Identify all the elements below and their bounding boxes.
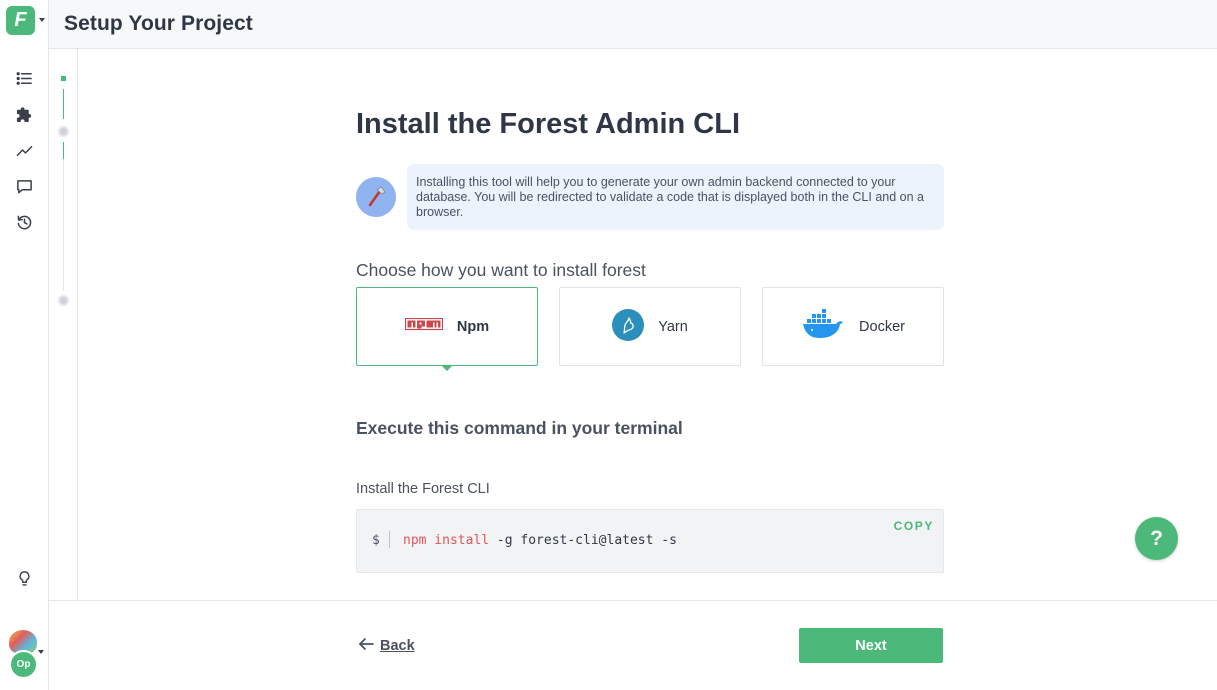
command-text[interactable]: npm install -g forest-cli@latest -s bbox=[403, 533, 677, 548]
page-title: Setup Your Project bbox=[64, 12, 253, 35]
forest-logo[interactable]: F bbox=[6, 6, 35, 35]
step-indicator bbox=[58, 126, 69, 137]
next-button[interactable]: Next bbox=[799, 628, 943, 663]
selection-pointer bbox=[441, 365, 453, 371]
list-icon[interactable] bbox=[14, 68, 34, 88]
back-button[interactable]: Back bbox=[358, 637, 415, 655]
command-label: Install the Forest CLI bbox=[356, 481, 490, 497]
progress-stepper bbox=[49, 49, 78, 600]
install-option-yarn[interactable]: Yarn bbox=[559, 287, 741, 366]
history-icon[interactable] bbox=[14, 212, 34, 232]
info-message: Installing this tool will help you to ge… bbox=[407, 164, 944, 230]
copy-button[interactable]: COPY bbox=[894, 519, 934, 533]
left-sidebar: F Op bbox=[0, 0, 49, 690]
help-button[interactable]: ? bbox=[1135, 517, 1178, 560]
step-line bbox=[63, 89, 64, 119]
chat-bubble-icon[interactable] bbox=[14, 176, 34, 196]
chevron-down-icon[interactable] bbox=[38, 650, 44, 654]
step-line bbox=[63, 142, 64, 159]
execute-command-heading: Execute this command in your terminal bbox=[356, 418, 683, 438]
back-label: Back bbox=[380, 638, 415, 654]
trending-line-icon[interactable] bbox=[14, 140, 34, 160]
npm-logo-icon bbox=[404, 317, 443, 336]
install-option-docker[interactable]: Docker bbox=[762, 287, 944, 366]
step-indicator-active bbox=[61, 76, 66, 81]
puzzle-icon[interactable] bbox=[14, 104, 34, 124]
chevron-down-icon[interactable] bbox=[39, 18, 45, 22]
option-label: Docker bbox=[859, 318, 905, 335]
command-args: -g forest-cli@latest -s bbox=[489, 533, 677, 548]
lightbulb-icon[interactable] bbox=[14, 568, 34, 588]
axe-icon bbox=[356, 177, 396, 217]
code-divider bbox=[389, 531, 390, 548]
footer-bar bbox=[49, 600, 1217, 690]
top-header: Setup Your Project bbox=[49, 0, 1217, 49]
install-option-npm[interactable]: Npm bbox=[356, 287, 538, 366]
command-code-block: $ npm install -g forest-cli@latest -s CO… bbox=[356, 509, 944, 573]
option-label: Npm bbox=[456, 318, 490, 335]
install-method-label: Choose how you want to install forest bbox=[356, 260, 646, 280]
option-label: Yarn bbox=[658, 318, 688, 335]
yarn-logo-icon bbox=[612, 308, 645, 345]
step-indicator bbox=[58, 295, 69, 306]
step-line bbox=[63, 159, 64, 291]
arrow-left-icon bbox=[358, 637, 374, 655]
command-keyword: npm install bbox=[403, 533, 490, 548]
terminal-prompt: $ bbox=[372, 533, 380, 548]
user-avatar[interactable]: Op bbox=[9, 650, 38, 679]
section-title: Install the Forest Admin CLI bbox=[356, 108, 741, 140]
docker-logo-icon bbox=[801, 308, 845, 345]
